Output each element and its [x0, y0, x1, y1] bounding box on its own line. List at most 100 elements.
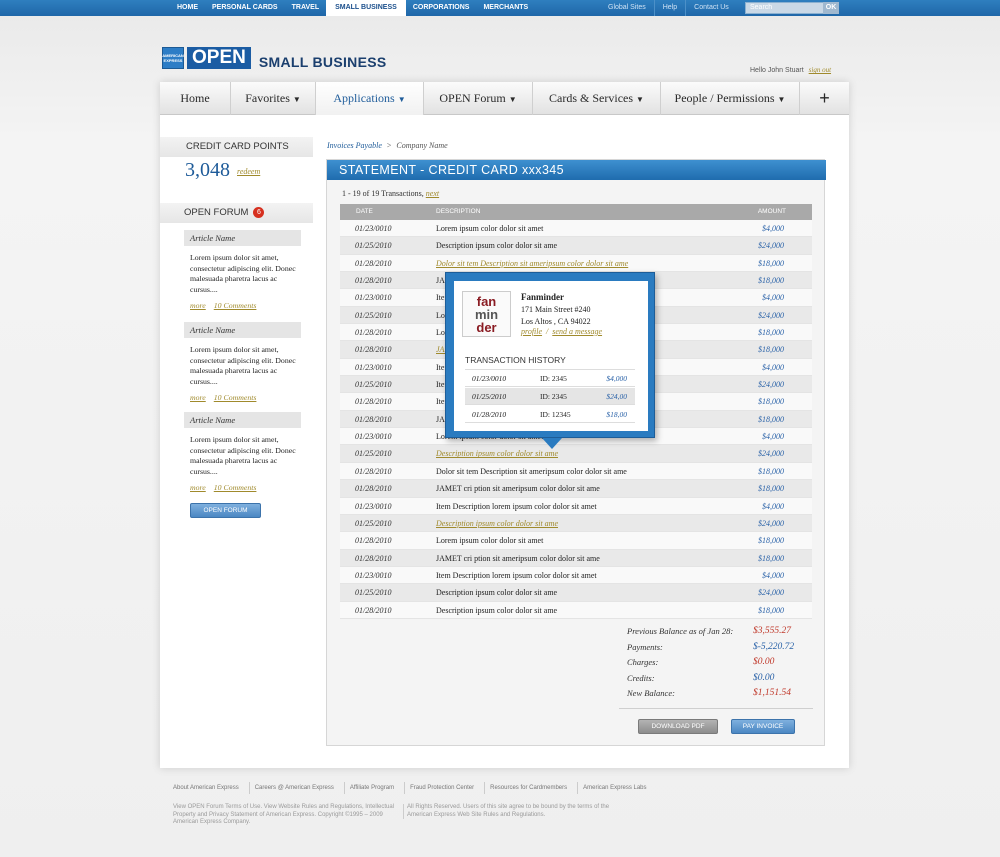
- row-description-link[interactable]: Dolor sit tem Description sit ameripsum …: [436, 255, 628, 272]
- pay-invoice-button[interactable]: PAY INVOICE: [731, 719, 795, 734]
- article-title[interactable]: Article Name: [184, 412, 301, 428]
- profile-link[interactable]: profile: [521, 327, 542, 336]
- article-comments-link[interactable]: 10 Comments: [214, 393, 257, 402]
- row-amount: $18,000: [758, 605, 784, 615]
- history-id: ID: 12345: [540, 410, 571, 419]
- footer-link[interactable]: Careers @ American Express: [248, 782, 344, 794]
- table-row[interactable]: 01/25/2010 Description ipsum color dolor …: [340, 237, 812, 255]
- article-more-link[interactable]: more: [190, 301, 206, 310]
- article-more-link[interactable]: more: [190, 483, 206, 492]
- summary-label: New Balance:: [627, 688, 675, 699]
- row-date: 01/25/2010: [355, 588, 392, 598]
- nav-tab-people-permissions[interactable]: People / Permissions ▼: [661, 82, 800, 115]
- table-row[interactable]: 01/25/2010 Description ipsum color dolor …: [340, 514, 812, 533]
- row-description-link[interactable]: Description ipsum color dolor sit ame: [436, 445, 558, 462]
- table-row[interactable]: 01/23/0010 Item Description lorem ipsum c…: [340, 566, 812, 585]
- history-id: ID: 2345: [540, 392, 567, 401]
- history-row[interactable]: 01/23/0010 ID: 2345 $4,000: [465, 370, 635, 387]
- top-nav-item[interactable]: Merchants: [476, 0, 535, 16]
- top-link[interactable]: Help: [653, 0, 685, 16]
- summary-row: Previous Balance as of Jan 28: $3,555.27: [627, 626, 817, 642]
- row-amount: $18,000: [758, 328, 784, 338]
- article-more-link[interactable]: more: [190, 393, 206, 402]
- forum-title: OPEN FORUM: [184, 207, 249, 218]
- article-title[interactable]: Article Name: [184, 230, 301, 246]
- article-title[interactable]: Article Name: [184, 322, 301, 338]
- nav-tab-home[interactable]: Home: [160, 82, 231, 115]
- table-header: DATE DESCRIPTION AMOUNT: [340, 204, 812, 220]
- table-row[interactable]: 01/25/2010 Description ipsum color dolor …: [340, 445, 812, 463]
- row-date: 01/28/2010: [355, 345, 392, 355]
- footer-link[interactable]: Fraud Protection Center: [404, 782, 484, 794]
- summary-row: Credits: $0.00: [627, 673, 817, 689]
- row-amount: $24,000: [758, 380, 784, 390]
- footer-link[interactable]: About American Express: [168, 782, 249, 794]
- summary-row: Charges: $0.00: [627, 657, 817, 673]
- amex-logo-icon: AMERICAN EXPRESS: [162, 47, 184, 69]
- row-amount: $4,000: [762, 293, 784, 303]
- nav-tab-favorites[interactable]: Favorites ▼: [231, 82, 316, 115]
- top-link[interactable]: Contact Us: [685, 0, 737, 16]
- nav-tab-open-forum[interactable]: OPEN Forum ▼: [424, 82, 533, 115]
- table-row[interactable]: 01/28/2010 Dolor sit tem Description sit …: [340, 462, 812, 481]
- top-nav-item[interactable]: Corporations: [406, 0, 477, 16]
- popup-pointer: [542, 438, 562, 449]
- search-input[interactable]: Search: [745, 2, 825, 14]
- top-nav-item[interactable]: Small Business: [326, 0, 406, 16]
- nav-tab-applications[interactable]: Applications ▼: [316, 82, 424, 115]
- row-description-link[interactable]: Description ipsum color dolor sit ame: [436, 515, 558, 532]
- table-row[interactable]: 01/25/2010 Description ipsum color dolor …: [340, 584, 812, 602]
- breadcrumb-link[interactable]: Invoices Payable: [327, 141, 382, 150]
- nav-tab-cards-services[interactable]: Cards & Services ▼: [533, 82, 661, 115]
- search-button[interactable]: OK: [823, 2, 839, 14]
- summary-value: $0.00: [753, 657, 775, 668]
- caret-down-icon: ▼: [777, 95, 786, 104]
- add-tab-button[interactable]: +: [800, 82, 849, 115]
- row-date: 01/28/2010: [355, 484, 392, 494]
- row-amount: $4,000: [762, 501, 784, 511]
- table-row[interactable]: 01/28/2010 Description ipsum color dolor …: [340, 601, 812, 619]
- history-row[interactable]: 01/28/2010 ID: 12345 $18,00: [465, 406, 635, 423]
- download-pdf-button[interactable]: DOWNLOAD PDF: [638, 719, 718, 734]
- row-amount: $18,000: [758, 258, 784, 268]
- header-description[interactable]: DESCRIPTION: [436, 204, 480, 220]
- top-link[interactable]: Global Sites: [600, 0, 654, 16]
- table-row[interactable]: 01/28/2010 Dolor sit tem Description sit …: [340, 254, 812, 273]
- footer-link[interactable]: Affiliate Program: [343, 782, 404, 794]
- row-amount: $18,000: [758, 553, 784, 563]
- summary-value: $-5,220.72: [753, 641, 795, 652]
- footer-link[interactable]: Resources for Cardmembers: [484, 782, 577, 794]
- article-body: Lorem ipsum dolor sit amet, consectetur …: [190, 253, 296, 294]
- header-amount[interactable]: AMOUNT: [758, 204, 786, 220]
- transaction-history-title: TRANSACTION HISTORY: [465, 355, 566, 365]
- header-date[interactable]: DATE: [356, 204, 373, 220]
- top-nav-item[interactable]: Personal Cards: [205, 0, 285, 16]
- history-row[interactable]: 01/25/2010 ID: 2345 $24,00: [465, 388, 635, 405]
- row-date: 01/25/2010: [355, 518, 392, 528]
- transaction-count: 1 - 19 of 19 Transactions, next: [342, 189, 439, 198]
- next-page-link[interactable]: next: [426, 189, 439, 198]
- table-row[interactable]: 01/23/0010 Item Description lorem ipsum c…: [340, 497, 812, 515]
- nav-tab-label: Home: [180, 91, 210, 105]
- nav-tab-label: OPEN Forum: [439, 91, 506, 105]
- open-forum-button[interactable]: OPEN FORUM: [190, 503, 261, 518]
- logo[interactable]: AMERICAN EXPRESS OPEN SMALL BUSINESS: [162, 46, 386, 70]
- footer-legal-text: View OPEN Forum Terms of Use. View Websi…: [173, 804, 394, 825]
- table-row[interactable]: 01/28/2010 Lorem ipsum color dolor sit am…: [340, 532, 812, 550]
- row-amount: $18,000: [758, 397, 784, 407]
- table-row[interactable]: 01/28/2010 JAMET cri ption sit ameripsum …: [340, 480, 812, 498]
- footer-link[interactable]: American Express Labs: [577, 782, 656, 794]
- top-nav-item[interactable]: Home: [170, 0, 205, 16]
- table-row[interactable]: 01/23/0010 Lorem ipsum color dolor sit am…: [340, 220, 812, 238]
- article-comments-link[interactable]: 10 Comments: [214, 483, 257, 492]
- article-comments-link[interactable]: 10 Comments: [214, 301, 257, 310]
- top-nav-item[interactable]: Travel: [285, 0, 326, 16]
- sign-out-link[interactable]: sign out: [809, 66, 831, 74]
- send-message-link[interactable]: send a message: [552, 327, 602, 336]
- row-amount: $4,000: [762, 432, 784, 442]
- summary-value: $3,555.27: [753, 626, 791, 636]
- breadcrumb-current: Company Name: [396, 141, 448, 150]
- redeem-link[interactable]: redeem: [237, 167, 260, 176]
- table-row[interactable]: 01/28/2010 JAMET cri ption sit ameripsum …: [340, 549, 812, 567]
- row-description: Lorem ipsum color dolor sit amet: [436, 224, 544, 233]
